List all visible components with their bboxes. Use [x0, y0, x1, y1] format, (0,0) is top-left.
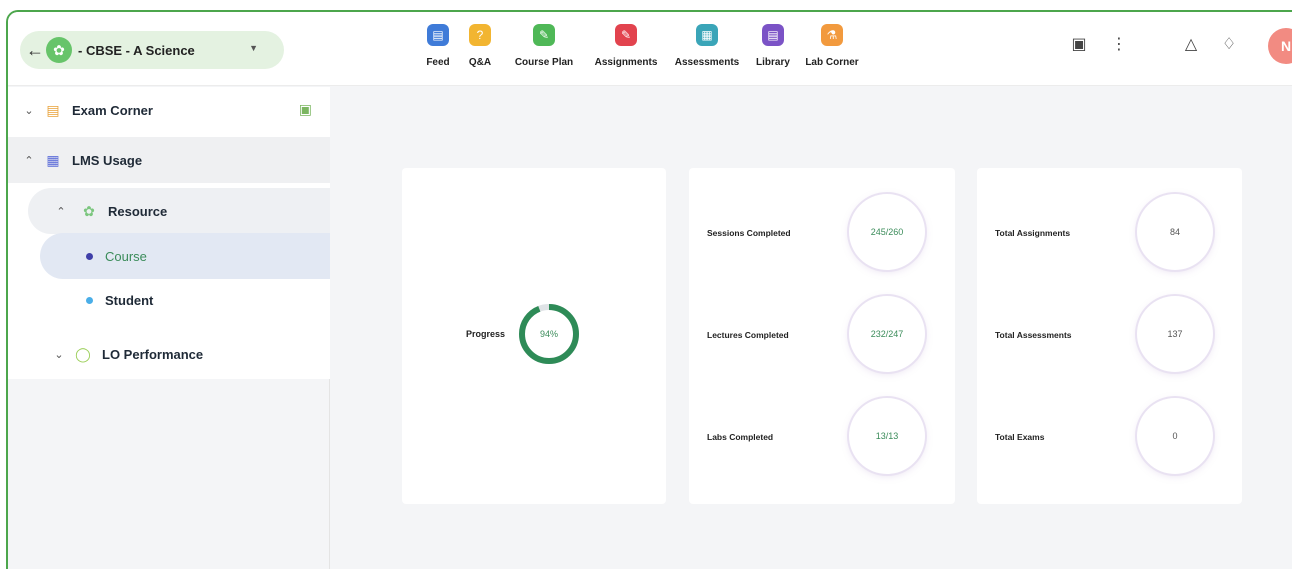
- bullet-icon: [86, 252, 93, 260]
- stat-value: 13/13: [849, 398, 925, 474]
- stat-label: Lectures Completed: [707, 330, 789, 340]
- stat-label: Total Assessments: [995, 330, 1072, 340]
- stat-label: Sessions Completed: [707, 228, 791, 238]
- sidebar-item-exam-corner[interactable]: ⌄ ▤ Exam Corner ▣: [8, 87, 330, 133]
- progress-value: 94%: [540, 329, 558, 339]
- add-exam-icon[interactable]: ▣: [299, 101, 312, 118]
- tab-lab-corner[interactable]: ⚗ Lab Corner: [798, 20, 866, 68]
- sidebar-item-label: Resource: [108, 203, 168, 219]
- stat-label: Labs Completed: [707, 432, 774, 442]
- stat-row: Lectures Completed 232/247: [707, 296, 937, 376]
- stat-row: Sessions Completed 245/260: [707, 194, 937, 274]
- chevron-down-icon[interactable]: ▼: [249, 43, 258, 53]
- progress-widget: Progress 94%: [466, 302, 581, 366]
- tab-label: Library: [756, 57, 790, 68]
- stat-value: 137: [1137, 296, 1213, 372]
- sidebar-item-label: Exam Corner: [72, 102, 153, 118]
- back-arrow-icon[interactable]: ←: [26, 40, 44, 61]
- bell-icon[interactable]: ♢: [1218, 34, 1240, 54]
- bullet-icon: [86, 296, 93, 304]
- tab-library[interactable]: ▤ Library: [748, 20, 798, 68]
- tab-label: Course Plan: [514, 57, 574, 68]
- lab-corner-icon: ⚗: [821, 24, 843, 46]
- tab-assignments[interactable]: ✎ Assignments: [586, 20, 666, 68]
- sidebar-item-lms-usage[interactable]: ⌃ ▦ LMS Usage: [8, 137, 330, 183]
- progress-label: Progress: [466, 329, 506, 339]
- sidebar-item-student[interactable]: Student: [8, 277, 330, 323]
- stat-row: Labs Completed 13/13: [707, 398, 937, 478]
- qa-icon: ?: [469, 24, 491, 46]
- avatar[interactable]: N: [1268, 28, 1292, 64]
- nav-tabs: ▤ Feed ? Q&A ✎ Course Plan ✎ Assignments…: [418, 20, 866, 68]
- chevron-down-icon: ⌄: [24, 104, 34, 117]
- sidebar: ⌄ ▤ Exam Corner ▣ ⌃ ▦ LMS Usage ⌃ ✿ Reso…: [8, 87, 330, 569]
- sidebar-item-lo-performance[interactable]: ⌄ ◯ LO Performance: [8, 331, 330, 377]
- graduation-cap-icon[interactable]: △: [1180, 34, 1202, 54]
- sidebar-item-course[interactable]: Course: [40, 233, 330, 279]
- stat-value: 84: [1137, 194, 1213, 270]
- class-label: - CBSE - A Science: [78, 42, 195, 58]
- chevron-up-icon: ⌃: [56, 205, 66, 218]
- sidebar-item-label: LO Performance: [102, 346, 204, 362]
- progress-ring: 94%: [519, 304, 580, 364]
- chevron-down-icon: ⌄: [54, 348, 64, 361]
- tab-course-plan[interactable]: ✎ Course Plan: [502, 20, 586, 68]
- course-plan-icon: ✎: [533, 24, 555, 46]
- app-frame: ← ✿ - CBSE - A Science ▼ ▤ Feed ? Q&A ✎ …: [6, 10, 1292, 569]
- sessions-card: Sessions Completed 245/260 Lectures Comp…: [689, 168, 955, 504]
- sidebar-item-label: Course: [105, 248, 147, 264]
- document-icon[interactable]: ▣: [1068, 34, 1090, 54]
- stat-value: 245/260: [849, 194, 925, 270]
- assessments-icon: ▦: [696, 24, 718, 46]
- tab-qa[interactable]: ? Q&A: [458, 20, 502, 68]
- library-icon: ▤: [762, 24, 784, 46]
- resource-icon: ✿: [83, 202, 95, 219]
- progress-card: Progress 94%: [402, 168, 666, 504]
- stat-row: Total Exams 0: [995, 398, 1225, 478]
- more-vertical-icon[interactable]: ⋮: [1108, 34, 1130, 54]
- lms-icon: ▦: [46, 151, 60, 168]
- totals-card: Total Assignments 84 Total Assessments 1…: [977, 168, 1242, 504]
- stat-row: Total Assessments 137: [995, 296, 1225, 376]
- tab-label: Q&A: [468, 57, 492, 68]
- stat-value: 232/247: [849, 296, 925, 372]
- feed-icon: ▤: [427, 24, 449, 46]
- stat-label: Total Exams: [995, 432, 1045, 442]
- stat-value: 0: [1137, 398, 1213, 474]
- class-icon: ✿: [46, 37, 72, 63]
- class-selector[interactable]: ← ✿ - CBSE - A Science ▼: [20, 31, 284, 69]
- tab-label: Lab Corner: [805, 57, 859, 68]
- stat-label: Total Assignments: [995, 228, 1071, 238]
- top-bar: ← ✿ - CBSE - A Science ▼ ▤ Feed ? Q&A ✎ …: [8, 12, 1292, 86]
- tab-label: Feed: [426, 57, 450, 68]
- sidebar-item-label: Student: [105, 292, 154, 308]
- tab-label: Assignments: [594, 57, 658, 68]
- clipboard-icon: ▤: [46, 101, 60, 118]
- sidebar-item-label: LMS Usage: [72, 152, 143, 168]
- tab-label: Assessments: [674, 57, 740, 68]
- stat-row: Total Assignments 84: [995, 194, 1225, 274]
- sidebar-item-resource[interactable]: ⌃ ✿ Resource: [28, 188, 330, 234]
- tab-feed[interactable]: ▤ Feed: [418, 20, 458, 68]
- assignments-icon: ✎: [615, 24, 637, 46]
- tab-assessments[interactable]: ▦ Assessments: [666, 20, 748, 68]
- chevron-up-icon: ⌃: [24, 154, 34, 167]
- header-actions: ▣ ⋮ △ ♢: [1068, 34, 1240, 54]
- lightbulb-icon: ◯: [75, 345, 91, 362]
